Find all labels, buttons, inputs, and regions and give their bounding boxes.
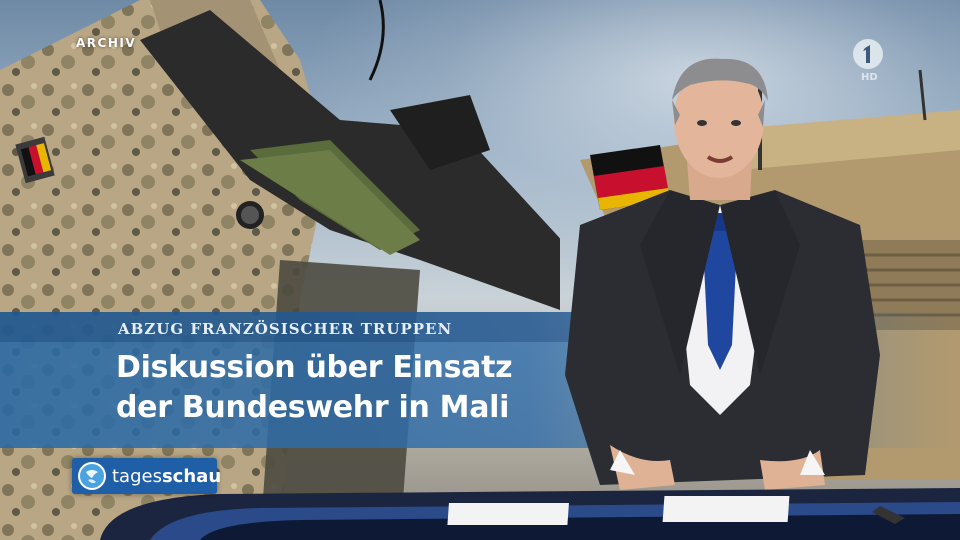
headline-line-2: der Bundeswehr in Mali <box>116 390 510 425</box>
archive-label: ARCHIV <box>76 36 137 50</box>
lower-third-topline: ABZUG FRANZÖSISCHER TRUPPEN <box>118 320 453 338</box>
tagesschau-logo: tagesschau <box>112 466 221 487</box>
lower-third-headline: Diskussion über Einsatz der Bundeswehr i… <box>116 348 576 428</box>
globe-icon <box>78 462 106 490</box>
news-anchor <box>565 58 880 490</box>
brand-name-bold: schau <box>161 466 222 487</box>
news-desk <box>100 488 960 540</box>
brand-name-regular: tages <box>112 466 162 487</box>
headline-line-1: Diskussion über Einsatz <box>116 350 513 385</box>
